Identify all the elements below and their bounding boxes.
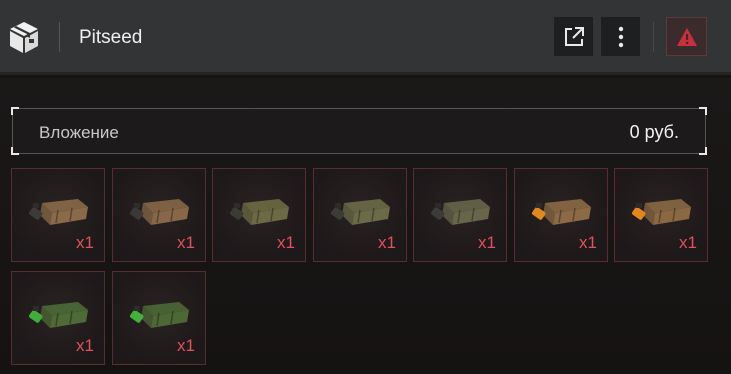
item-slot[interactable]: x1 — [413, 168, 507, 262]
ammo-crate-icon — [230, 199, 289, 225]
open-external-button[interactable] — [554, 17, 593, 56]
ammo-crate-icon — [632, 199, 691, 225]
page-title: Pitseed — [79, 27, 143, 48]
ammo-crate-icon — [130, 199, 189, 225]
investment-summary: Вложение 0 руб. — [11, 107, 707, 155]
cube-box-icon — [10, 22, 38, 53]
ammo-crate-icon — [29, 302, 88, 328]
item-quantity: x1 — [378, 233, 396, 252]
investment-label: Вложение — [39, 123, 119, 142]
investment-value: 0 руб. — [629, 122, 679, 142]
item-quantity: x1 — [277, 233, 295, 252]
ammo-crate-icon — [29, 199, 88, 225]
item-slot[interactable]: x1 — [112, 168, 206, 262]
item-quantity: x1 — [579, 233, 597, 252]
header-divider — [59, 22, 60, 52]
item-slot[interactable]: x1 — [11, 168, 105, 262]
content-area: Вложение 0 руб. x1 x1 x1 x1 x1 x1 x1 x1 x1 — [0, 78, 731, 374]
item-slot[interactable]: x1 — [212, 168, 306, 262]
app-header: Pitseed — [0, 0, 731, 75]
vertical-dots-icon — [618, 26, 623, 47]
warning-triangle-icon — [676, 27, 697, 46]
more-menu-button[interactable] — [601, 17, 640, 56]
item-quantity: x1 — [478, 233, 496, 252]
external-link-icon — [564, 26, 584, 46]
item-slot[interactable]: x1 — [11, 271, 105, 365]
ammo-crate-icon — [130, 302, 189, 328]
ammo-crate-icon — [431, 199, 490, 225]
item-slot[interactable]: x1 — [112, 271, 206, 365]
header-divider-right — [653, 22, 654, 52]
report-button[interactable] — [666, 17, 707, 56]
ammo-crate-icon — [532, 199, 591, 225]
item-quantity: x1 — [76, 233, 94, 252]
item-slot[interactable]: x1 — [514, 168, 608, 262]
item-quantity: x1 — [177, 336, 195, 355]
item-slot[interactable]: x1 — [313, 168, 407, 262]
item-quantity: x1 — [679, 233, 697, 252]
item-quantity: x1 — [177, 233, 195, 252]
ammo-crate-icon — [331, 199, 390, 225]
item-quantity: x1 — [76, 336, 94, 355]
item-slot[interactable]: x1 — [614, 168, 708, 262]
